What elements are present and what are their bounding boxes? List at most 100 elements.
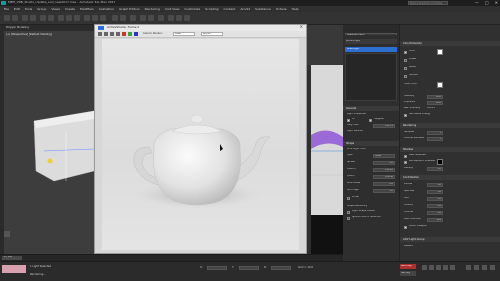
- density-field[interactable]: 1.0: [427, 167, 443, 171]
- shadow-color-swatch[interactable]: [437, 159, 443, 165]
- general-section-header[interactable]: General: [343, 106, 399, 111]
- perspective-viewport[interactable]: [+] [Perspective] [Default Shading]: [4, 31, 94, 254]
- viewport-nav-icon[interactable]: [4, 231, 10, 237]
- undo-icon[interactable]: [4, 15, 10, 21]
- quad-y-field[interactable]: 120.48: [373, 175, 395, 179]
- auto-key-button[interactable]: Auto Key: [400, 264, 416, 269]
- filter-color-swatch[interactable]: [437, 82, 443, 88]
- shape-section-header[interactable]: Shape: [343, 141, 399, 146]
- diffuse-field[interactable]: 1.0: [427, 183, 443, 187]
- x-coord-field[interactable]: [207, 266, 227, 270]
- redo-icon[interactable]: [12, 15, 18, 21]
- material-editor-icon[interactable]: [158, 15, 164, 21]
- go-to-start-icon[interactable]: [422, 265, 427, 270]
- next-frame-icon[interactable]: [443, 265, 448, 270]
- y-coord-field[interactable]: [239, 266, 259, 270]
- rendering-section-header[interactable]: Rendering: [400, 123, 500, 128]
- z-coord-field[interactable]: [271, 266, 291, 270]
- orbit-icon[interactable]: [482, 265, 487, 270]
- rotate-icon[interactable]: [66, 15, 72, 21]
- intensity-field[interactable]: 10.0: [427, 95, 443, 99]
- unlink-icon[interactable]: [30, 15, 36, 21]
- kelvin-radio[interactable]: [404, 67, 407, 70]
- percent-snap-icon[interactable]: [100, 15, 106, 21]
- green-channel-icon[interactable]: [128, 32, 132, 36]
- on-checkbox[interactable]: [347, 119, 350, 122]
- time-slider[interactable]: 0 / 100: [2, 256, 22, 260]
- renderer-dropdown[interactable]: Arnold: [201, 32, 223, 36]
- quad-x-field[interactable]: 112.28: [373, 168, 395, 172]
- cast-shadows-checkbox[interactable]: [404, 155, 407, 158]
- select-object-icon[interactable]: [40, 15, 46, 21]
- type-value: Quad: [375, 155, 382, 157]
- timeline[interactable]: 0 / 100: [0, 254, 343, 261]
- preset-radio[interactable]: [404, 59, 407, 62]
- select-by-name-icon[interactable]: [48, 15, 54, 21]
- play-icon[interactable]: [436, 265, 441, 270]
- move-icon[interactable]: [58, 15, 64, 21]
- aov-section-header[interactable]: AOV Light Group: [400, 237, 500, 242]
- modifier-dropdown[interactable]: Arnold Light: [345, 39, 397, 44]
- samples-field[interactable]: 1: [427, 131, 443, 135]
- snap-icon[interactable]: [84, 15, 90, 21]
- render-production-icon[interactable]: [184, 15, 190, 21]
- light-icon[interactable]: [47, 158, 53, 164]
- color-radio[interactable]: [404, 51, 407, 54]
- affect-viewport-checkbox[interactable]: [404, 226, 407, 229]
- max-bounces-field[interactable]: 999: [427, 218, 443, 222]
- preset-dropdown[interactable]: View: [173, 32, 195, 36]
- schematic-icon[interactable]: [148, 15, 154, 21]
- color-swatch[interactable]: [437, 49, 443, 55]
- spread-field[interactable]: 1.0: [373, 161, 395, 165]
- layer-icon[interactable]: [130, 15, 136, 21]
- mirror-icon[interactable]: [112, 15, 118, 21]
- type-dropdown[interactable]: Quad: [373, 154, 395, 158]
- contribution-section-header[interactable]: Contribution: [400, 175, 500, 180]
- red-channel-icon[interactable]: [122, 32, 126, 36]
- light-shape-visible-checkbox[interactable]: [347, 211, 350, 214]
- roundness-field[interactable]: 0.0: [373, 182, 395, 186]
- render-canvas[interactable]: [102, 39, 299, 250]
- color-section-header[interactable]: Color/Intensity: [400, 41, 500, 46]
- targ-dist-field[interactable]: 124.11: [373, 124, 395, 128]
- render-setup-icon[interactable]: [168, 15, 174, 21]
- zoom-icon[interactable]: [466, 265, 471, 270]
- soft-edge-field[interactable]: 1.0: [373, 189, 395, 193]
- portal-checkbox[interactable]: [347, 197, 350, 200]
- link-icon[interactable]: [22, 15, 28, 21]
- clone-window-icon[interactable]: [110, 32, 114, 36]
- sss-field[interactable]: 1.0: [427, 197, 443, 201]
- atmospheric-shadows-checkbox[interactable]: [404, 161, 407, 164]
- maxscript-listener[interactable]: [2, 265, 26, 273]
- modifier-stack-list[interactable]: [345, 53, 397, 101]
- volume-field[interactable]: 1.0: [427, 211, 443, 215]
- indirect-field[interactable]: 1.0: [427, 204, 443, 208]
- ignore-hdri-checkbox[interactable]: [347, 217, 350, 220]
- right-viewport[interactable]: [307, 25, 343, 254]
- blue-channel-icon[interactable]: [134, 32, 138, 36]
- modifier-stack-item[interactable]: Area Light: [345, 47, 397, 52]
- curve-editor-icon[interactable]: [140, 15, 146, 21]
- go-to-end-icon[interactable]: [450, 265, 455, 270]
- render-close-icon[interactable]: ✕: [300, 25, 303, 30]
- texture-radio[interactable]: [404, 75, 407, 78]
- print-icon[interactable]: [116, 32, 120, 36]
- exposure-field[interactable]: 10.0: [427, 101, 443, 105]
- rendered-frame-icon[interactable]: [176, 15, 182, 21]
- align-icon[interactable]: [120, 15, 126, 21]
- pan-icon[interactable]: [474, 265, 479, 270]
- specular-field[interactable]: 1.0: [427, 190, 443, 194]
- shadow-section-header[interactable]: Shadow: [400, 147, 500, 152]
- activeshade-window[interactable]: ActiveShade, frame 0 ✕ Area to Render: V…: [94, 24, 307, 254]
- copy-image-icon[interactable]: [104, 32, 108, 36]
- angle-snap-icon[interactable]: [92, 15, 98, 21]
- volume-samples-field[interactable]: 2: [427, 137, 443, 141]
- maximize-viewport-icon[interactable]: [490, 265, 495, 270]
- save-image-icon[interactable]: [98, 32, 102, 36]
- set-key-button[interactable]: Set Key: [400, 271, 416, 276]
- scale-icon[interactable]: [74, 15, 80, 21]
- search-input[interactable]: Type a keyword or phrase: [408, 1, 448, 5]
- previous-frame-icon[interactable]: [429, 265, 434, 270]
- targeted-checkbox[interactable]: [369, 119, 372, 122]
- normalize-checkbox[interactable]: [404, 114, 407, 117]
